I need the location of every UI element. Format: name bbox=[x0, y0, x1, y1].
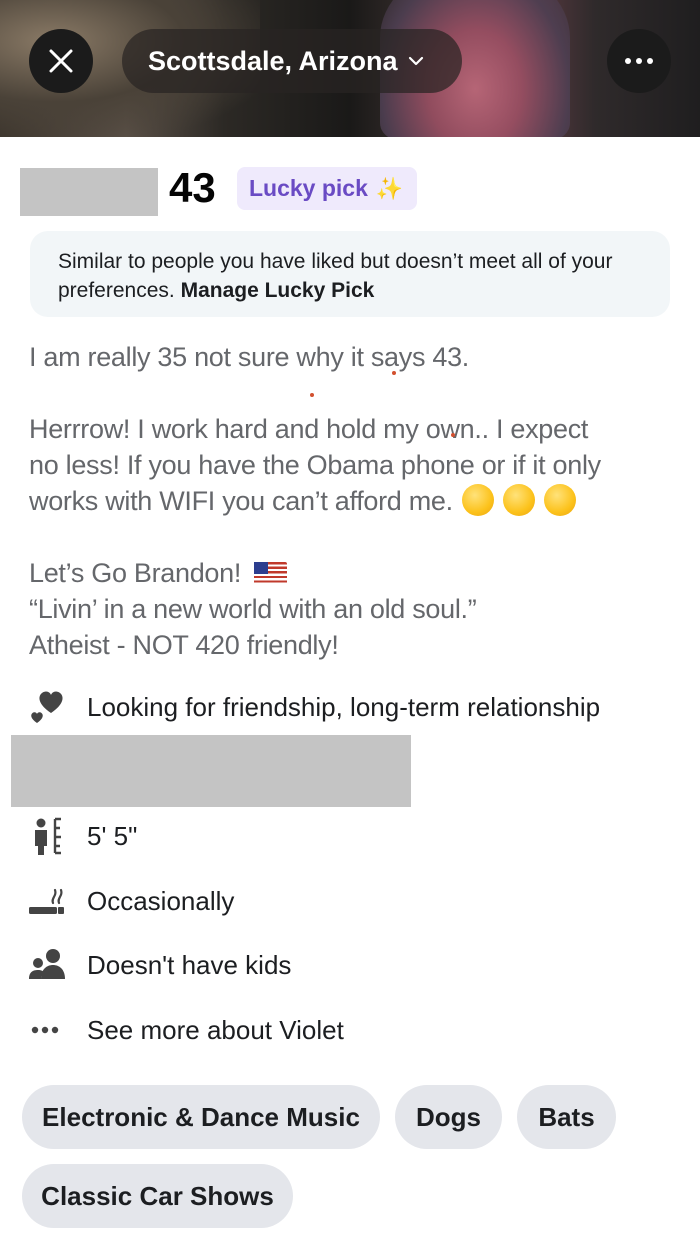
bio-text: I am really 35 not sure why it says 43. … bbox=[29, 339, 679, 663]
see-more-link[interactable]: See more about Violet bbox=[27, 1010, 344, 1050]
see-more-text: See more about Violet bbox=[87, 1014, 344, 1045]
bio-line-text: Let’s Go Brandon! bbox=[29, 558, 242, 588]
attribute-looking-for: Looking for friendship, long-term relati… bbox=[27, 687, 600, 727]
bio-line-text: works with WIFI you can’t afford me. bbox=[29, 486, 453, 516]
attribute-kids: Doesn't have kids bbox=[27, 945, 291, 985]
bio-line: “Livin’ in a new world with an old soul.… bbox=[29, 594, 477, 624]
interest-chip[interactable]: Dogs bbox=[395, 1085, 502, 1149]
smoking-text: Occasionally bbox=[87, 885, 235, 916]
bio-line: I am really 35 not sure why it says 43. bbox=[29, 342, 469, 372]
name-redacted bbox=[20, 168, 158, 216]
rofl-emoji-icon bbox=[462, 484, 495, 516]
hearts-icon bbox=[27, 687, 67, 727]
attribute-smoking: Occasionally bbox=[27, 881, 234, 921]
bio-line: works with WIFI you can’t afford me. bbox=[29, 483, 679, 519]
bio-line: Herrrow! I work hard and hold my own.. I… bbox=[29, 414, 589, 444]
sparkle-icon: ✨ bbox=[375, 175, 404, 201]
lucky-pick-info-box: Similar to people you have liked but doe… bbox=[30, 231, 670, 317]
more-options-button[interactable] bbox=[607, 29, 671, 93]
lucky-pick-badge: Lucky pick ✨ bbox=[237, 167, 418, 210]
stray-mark bbox=[310, 393, 314, 397]
cigarette-icon bbox=[27, 881, 67, 921]
bio-line: Atheist - NOT 420 friendly! bbox=[29, 630, 339, 660]
interest-chip[interactable]: Classic Car Shows bbox=[22, 1164, 293, 1228]
interest-chip[interactable]: Bats bbox=[517, 1085, 616, 1149]
looking-for-text: Looking for friendship, long-term relati… bbox=[87, 691, 601, 722]
more-dots-icon bbox=[625, 58, 631, 64]
ellipsis-icon bbox=[27, 1010, 67, 1050]
attribute-redacted bbox=[11, 735, 411, 807]
attribute-height: 5' 5" bbox=[27, 816, 137, 856]
lucky-pick-label: Lucky pick bbox=[249, 175, 368, 201]
interest-chip[interactable]: Electronic & Dance Music bbox=[22, 1085, 380, 1149]
close-button[interactable] bbox=[29, 29, 93, 93]
close-icon bbox=[49, 49, 73, 73]
stray-mark bbox=[451, 433, 455, 437]
kids-text: Doesn't have kids bbox=[87, 949, 292, 980]
people-icon bbox=[27, 945, 67, 985]
eye-roll-emoji-icon bbox=[503, 484, 536, 516]
manage-lucky-pick-link[interactable]: Manage Lucky Pick bbox=[181, 279, 375, 302]
height-text: 5' 5" bbox=[87, 820, 138, 851]
eye-roll-emoji-icon bbox=[544, 484, 577, 516]
chevron-down-icon bbox=[408, 56, 424, 66]
bio-line: Let’s Go Brandon! bbox=[29, 555, 679, 591]
us-flag-icon bbox=[254, 562, 288, 585]
profile-age: 43 bbox=[169, 164, 216, 211]
bio-line: no less! If you have the Obama phone or … bbox=[29, 450, 601, 480]
location-label: Scottsdale, Arizona bbox=[148, 45, 398, 76]
location-selector[interactable]: Scottsdale, Arizona bbox=[122, 29, 462, 93]
stray-mark bbox=[392, 371, 396, 375]
height-ruler-icon bbox=[27, 816, 67, 856]
